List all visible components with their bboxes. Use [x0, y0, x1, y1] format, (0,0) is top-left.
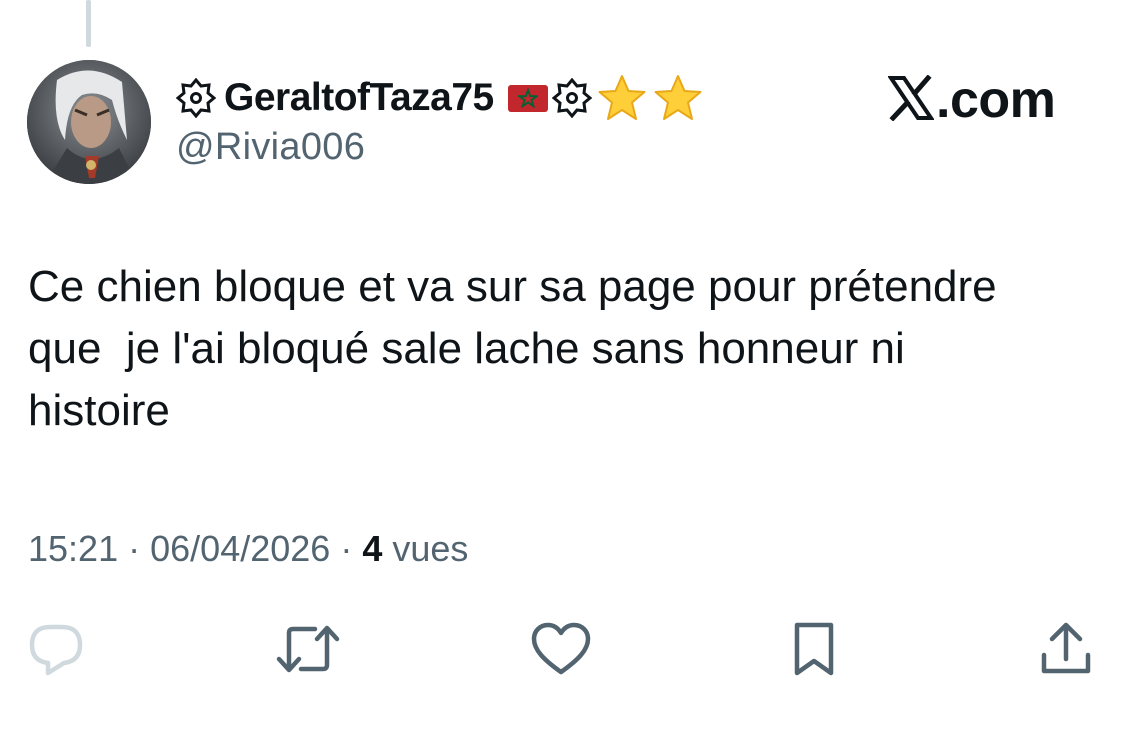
retweet-button[interactable]	[275, 618, 341, 684]
views-count: 4	[362, 528, 383, 569]
tweet-text: Ce chien bloque et va sur sa page pour p…	[28, 262, 997, 435]
tweet-meta: 15:21 · 06/04/2026 · 4 vues	[28, 528, 468, 570]
avatar-image	[27, 60, 151, 184]
meta-separator: ·	[340, 528, 353, 569]
star-icon	[596, 74, 648, 122]
like-button[interactable]	[528, 618, 594, 684]
tweet-time[interactable]: 15:21	[28, 528, 118, 569]
share-button[interactable]	[1033, 618, 1099, 684]
thread-connector-line	[86, 0, 91, 47]
author-name-row[interactable]: GeraltofTaza75	[176, 74, 704, 122]
bookmark-icon	[791, 621, 837, 682]
tweet-date[interactable]: 06/04/2026	[150, 528, 330, 569]
like-icon	[530, 622, 592, 681]
bookmark-button[interactable]	[781, 618, 847, 684]
avatar[interactable]	[27, 60, 151, 184]
x-logo-icon	[887, 73, 935, 126]
share-icon	[1040, 621, 1092, 682]
display-name[interactable]: GeraltofTaza75	[224, 76, 494, 120]
star-icon	[652, 74, 704, 122]
user-handle[interactable]: @Rivia006	[176, 126, 365, 169]
views-label: vues	[392, 528, 469, 569]
tweet-actions-bar	[0, 618, 1125, 684]
morocco-flag-icon	[507, 84, 548, 112]
badge-icon	[176, 78, 216, 118]
x-brand-watermark: .com	[887, 70, 1056, 130]
reply-button[interactable]	[23, 618, 89, 684]
reply-icon	[26, 621, 86, 682]
meta-separator: ·	[128, 528, 141, 569]
retweet-icon	[275, 623, 341, 680]
badge-icon	[551, 78, 592, 118]
brand-domain: .com	[936, 71, 1056, 129]
